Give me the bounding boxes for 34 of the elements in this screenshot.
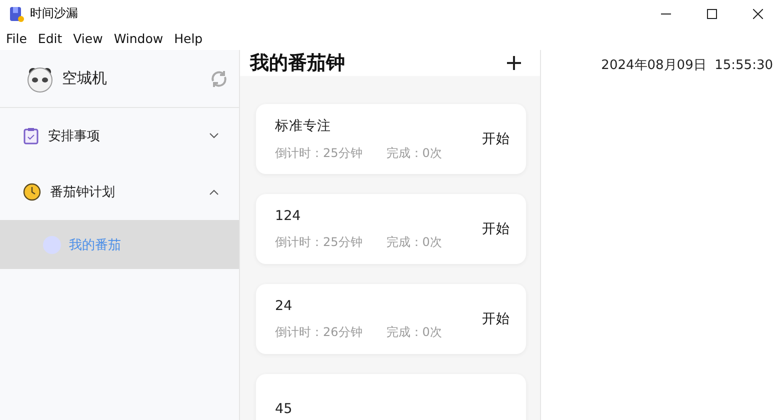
timer-name: 标准专注	[275, 116, 332, 134]
timer-name: 24	[275, 298, 294, 314]
menu-item[interactable]: Window	[114, 31, 164, 46]
close-icon[interactable]	[753, 8, 763, 18]
clipboard-icon	[23, 127, 39, 145]
timer-name: 45	[275, 401, 292, 417]
clock-icon	[23, 183, 41, 201]
dot-icon	[43, 236, 61, 254]
chevron-up-icon	[209, 189, 219, 195]
nav-item[interactable]: 安排事项	[0, 108, 239, 164]
window-title: 时间沙漏	[30, 5, 78, 22]
start-button[interactable]: 开始	[482, 220, 510, 238]
menu-item[interactable]: File	[6, 31, 27, 46]
start-button[interactable]: 开始	[482, 310, 510, 328]
nav-item[interactable]: 番茄钟计划	[0, 164, 239, 220]
countdown-text: 倒计时：25分钟	[275, 234, 362, 250]
menu-item[interactable]: Help	[174, 31, 203, 46]
menu-item[interactable]: Edit	[38, 31, 62, 46]
timer-name: 124	[275, 208, 302, 224]
start-button[interactable]: 开始	[482, 130, 510, 148]
countdown-text: 倒计时：25分钟	[275, 144, 362, 162]
chevron-down-icon	[209, 133, 219, 139]
completed-count: 完成：0次	[386, 144, 442, 162]
completed-count: 完成：0次	[386, 324, 442, 340]
menu-item[interactable]: View	[73, 31, 103, 46]
countdown-text: 倒计时：26分钟	[275, 324, 362, 340]
page-title: 我的番茄钟	[250, 51, 345, 76]
app-icon	[8, 6, 24, 22]
completed-count: 完成：0次	[386, 234, 442, 250]
panda-avatar-icon	[26, 64, 54, 92]
clock-text: 2024年08月09日 15:55:30	[601, 57, 773, 74]
user-name: 空城机	[62, 69, 107, 88]
add-icon[interactable]	[506, 55, 522, 71]
maximize-icon[interactable]	[707, 8, 717, 18]
